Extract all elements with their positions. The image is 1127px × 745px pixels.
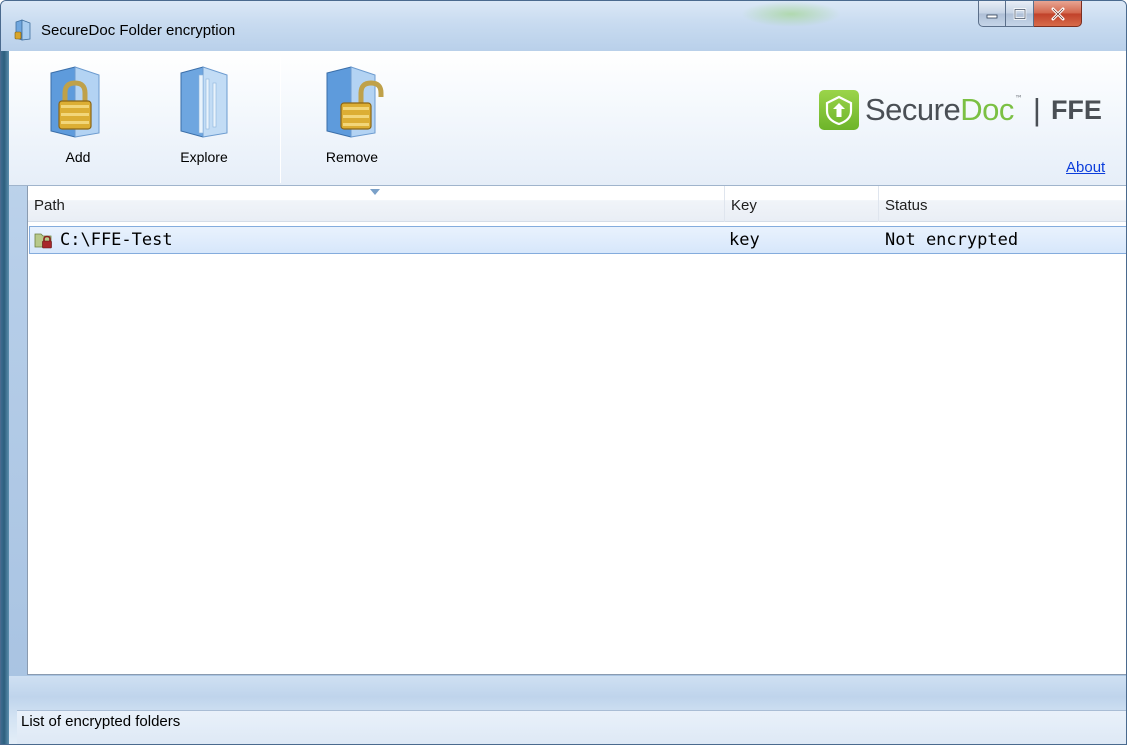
folder-lock-icon: [50, 66, 100, 138]
row-path-cell: C:\FFE-Test: [30, 230, 727, 250]
maximize-button[interactable]: [1006, 1, 1034, 27]
window-title: SecureDoc Folder encryption: [41, 21, 236, 39]
toolbar: Add Explore Remove Secure Doc ™ | FFE Ab…: [9, 51, 1126, 186]
encrypted-folders-list[interactable]: Path Key Status C:\FFE-Test key Not encr…: [27, 186, 1126, 675]
add-button[interactable]: Add: [31, 51, 125, 181]
maximize-icon: [1013, 7, 1026, 20]
remove-button[interactable]: Remove: [305, 51, 399, 181]
title-bar[interactable]: SecureDoc Folder encryption: [1, 1, 1126, 51]
column-label-path: Path: [34, 197, 65, 214]
logo-mark-icon: [819, 90, 859, 130]
window-left-frame: [1, 51, 9, 744]
app-window: SecureDoc Folder encryption Add Explore …: [0, 0, 1127, 745]
title-area: SecureDoc Folder encryption: [13, 17, 235, 43]
status-bar-area: [9, 676, 1126, 744]
sort-arrow-icon: [370, 189, 380, 195]
column-header-key[interactable]: Key: [725, 186, 879, 222]
folder-unlock-icon: [326, 66, 384, 138]
column-header-path[interactable]: Path: [28, 186, 725, 222]
logo-trademark: ™: [1014, 93, 1023, 103]
logo-separator: |: [1032, 92, 1041, 127]
shield-arrow-icon: [825, 95, 853, 125]
explore-button[interactable]: Explore: [157, 51, 251, 181]
explore-label: Explore: [180, 149, 228, 165]
app-folder-icon: [14, 19, 31, 41]
about-link[interactable]: About: [1066, 159, 1105, 176]
add-label: Add: [65, 149, 91, 165]
list-header: Path Key Status: [28, 186, 1126, 222]
securedoc-logo: Secure Doc ™ | FFE: [819, 84, 1102, 136]
column-header-status[interactable]: Status: [879, 186, 1126, 222]
column-label-status: Status: [885, 197, 928, 214]
remove-label: Remove: [325, 149, 379, 165]
row-path-text: C:\FFE-Test: [60, 230, 173, 250]
toolbar-separator: [280, 57, 281, 183]
row-key-cell: key: [729, 230, 760, 250]
minimize-icon: [986, 14, 998, 18]
logo-secure-text: Secure: [865, 92, 961, 127]
logo-product-text: FFE: [1050, 94, 1102, 125]
close-icon: [1051, 7, 1064, 20]
status-bar: [17, 710, 1126, 744]
close-button[interactable]: [1034, 1, 1082, 27]
folder-explore-icon: [180, 66, 228, 138]
status-text: List of encrypted folders: [21, 713, 181, 730]
row-status-cell: Not encrypted: [885, 230, 1019, 250]
window-controls: [978, 1, 1082, 29]
title-glow: [741, 1, 841, 27]
column-label-key: Key: [731, 197, 757, 214]
table-row[interactable]: C:\FFE-Test key Not encrypted: [29, 226, 1126, 254]
minimize-button[interactable]: [978, 1, 1006, 27]
logo-doc-text: Doc: [960, 92, 1014, 127]
locked-folder-icon: [34, 233, 52, 249]
